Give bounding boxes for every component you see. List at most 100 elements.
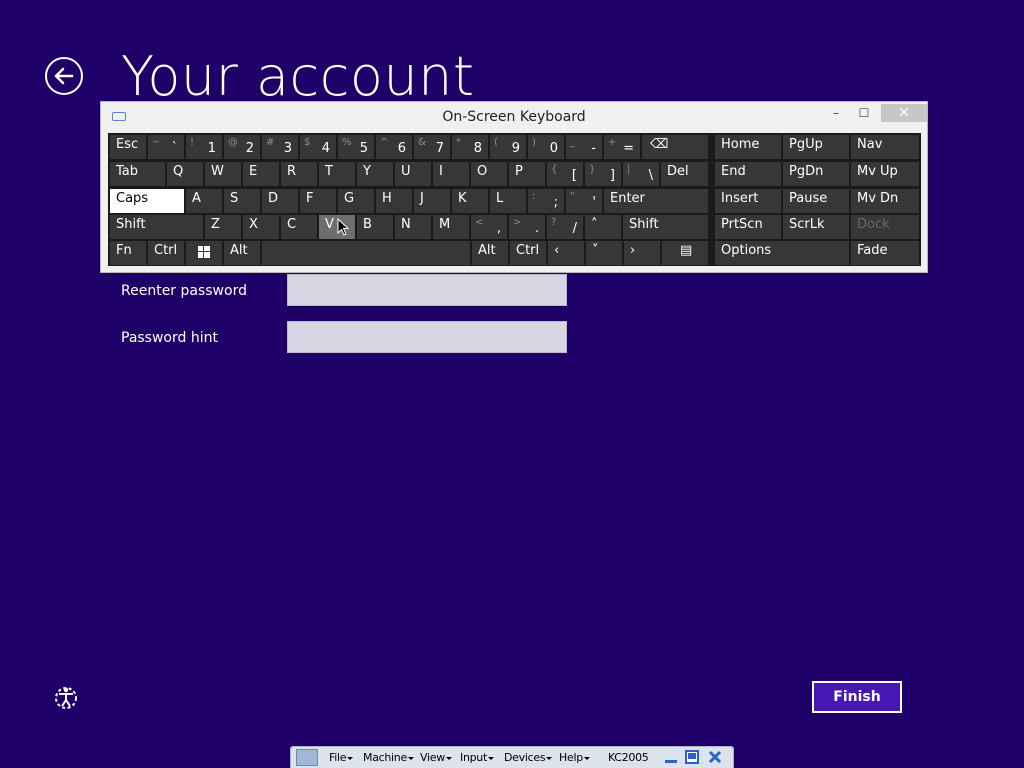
key-tab[interactable]: Tab	[110, 162, 165, 186]
key-o[interactable]: O	[471, 162, 507, 186]
ease-of-access-icon[interactable]	[53, 684, 81, 710]
menu-input[interactable]: Input	[460, 751, 494, 764]
key-4[interactable]: $4	[300, 135, 336, 159]
key-arrow-up[interactable]: ˄	[585, 215, 621, 239]
key-shift-left[interactable]: Shift	[110, 215, 203, 239]
key-n[interactable]: N	[395, 215, 431, 239]
key-left-bracket[interactable]: {[	[547, 162, 583, 186]
key-a[interactable]: A	[186, 189, 222, 213]
minimize-vm-icon[interactable]	[664, 750, 678, 764]
close-button[interactable]: ✕	[881, 104, 927, 122]
key-semicolon[interactable]: :;	[528, 189, 564, 213]
key-backslash[interactable]: | \	[623, 162, 659, 186]
key-alt-right[interactable]: Alt	[472, 241, 508, 265]
key-shift-right[interactable]: Shift	[623, 215, 708, 239]
key-pgdn[interactable]: PgDn	[783, 162, 849, 186]
key-ctrl-left[interactable]: Ctrl	[148, 241, 184, 265]
key-6[interactable]: ^ 6	[376, 135, 412, 159]
key-arrow-right[interactable]: ›	[624, 241, 660, 265]
key-q[interactable]: Q	[167, 162, 203, 186]
key-mv-up[interactable]: Mv Up	[851, 162, 919, 186]
key-i[interactable]: I	[433, 162, 469, 186]
key-l[interactable]: L	[490, 189, 526, 213]
key-u[interactable]: U	[395, 162, 431, 186]
key-esc[interactable]: Esc	[110, 135, 146, 159]
key-scrlk[interactable]: ScrLk	[783, 215, 849, 239]
key-y[interactable]: Y	[357, 162, 393, 186]
key-slash[interactable]: ? /	[547, 215, 583, 239]
key-space[interactable]	[262, 241, 470, 265]
password-hint-field[interactable]	[287, 321, 567, 353]
minimize-button[interactable]: –	[823, 104, 849, 122]
key-options[interactable]: Options	[715, 241, 849, 265]
key-windows[interactable]	[186, 241, 222, 265]
key-j[interactable]: J	[414, 189, 450, 213]
key-arrow-left[interactable]: ‹	[548, 241, 584, 265]
finish-button[interactable]: Finish	[812, 681, 902, 713]
key-prtscn[interactable]: PrtScn	[715, 215, 781, 239]
key-8[interactable]: * 8	[452, 135, 488, 159]
reenter-password-field[interactable]	[287, 274, 567, 306]
key-enter[interactable]: Enter	[604, 189, 708, 213]
restore-vm-icon[interactable]	[685, 750, 699, 764]
key-5[interactable]: % 5	[338, 135, 374, 159]
menu-machine[interactable]: Machine	[363, 751, 414, 764]
key-d[interactable]: D	[262, 189, 298, 213]
pin-icon[interactable]	[296, 749, 318, 766]
key-ctrl-right[interactable]: Ctrl	[510, 241, 546, 265]
key-e[interactable]: E	[243, 162, 279, 186]
key-p[interactable]: P	[509, 162, 545, 186]
key-0[interactable]: ) 0	[528, 135, 564, 159]
maximize-button[interactable]: ☐	[851, 104, 877, 122]
key-quote[interactable]: " '	[566, 189, 602, 213]
key-9[interactable]: (9	[490, 135, 526, 159]
close-vm-icon[interactable]	[708, 750, 722, 764]
key-menu[interactable]: ▤	[662, 241, 708, 265]
key-pause[interactable]: Pause	[783, 189, 849, 213]
key-fade[interactable]: Fade	[851, 241, 919, 265]
key-backtick[interactable]: ~ `	[148, 135, 184, 159]
key-minus[interactable]: _ -	[566, 135, 602, 159]
menu-file[interactable]: File	[329, 751, 353, 764]
key-nav[interactable]: Nav	[851, 135, 919, 159]
key-t[interactable]: T	[319, 162, 355, 186]
key-right-bracket[interactable]: }]	[585, 162, 621, 186]
key-comma[interactable]: <,	[471, 215, 507, 239]
key-2[interactable]: @2	[224, 135, 260, 159]
menu-devices[interactable]: Devices	[504, 751, 552, 764]
key-caps[interactable]: Caps	[110, 189, 184, 213]
key-1[interactable]: ! 1	[186, 135, 222, 159]
key-backspace[interactable]: ⌫	[642, 135, 708, 159]
back-button[interactable]	[45, 57, 83, 95]
key-mv-dn[interactable]: Mv Dn	[851, 189, 919, 213]
key-z[interactable]: Z	[205, 215, 241, 239]
key-c[interactable]: C	[281, 215, 317, 239]
key-insert[interactable]: Insert	[715, 189, 781, 213]
key-h[interactable]: H	[376, 189, 412, 213]
key-end[interactable]: End	[715, 162, 781, 186]
key-k[interactable]: K	[452, 189, 488, 213]
key-equals[interactable]: + =	[604, 135, 640, 159]
menu-view[interactable]: View	[420, 751, 452, 764]
key-b[interactable]: B	[357, 215, 393, 239]
key-pgup[interactable]: PgUp	[783, 135, 849, 159]
menu-help[interactable]: Help	[559, 751, 590, 764]
key-fn[interactable]: Fn	[110, 241, 146, 265]
key-3[interactable]: #3	[262, 135, 298, 159]
key-x[interactable]: X	[243, 215, 279, 239]
key-s[interactable]: S	[224, 189, 260, 213]
osk-titlebar[interactable]: On-Screen Keyboard – ☐ ✕	[101, 102, 927, 132]
key-v[interactable]: V	[319, 215, 355, 239]
key-alt-left[interactable]: Alt	[224, 241, 260, 265]
key-del[interactable]: Del	[661, 162, 708, 186]
key-arrow-down[interactable]: ˅	[586, 241, 622, 265]
key-w[interactable]: W	[205, 162, 241, 186]
key-7[interactable]: & 7	[414, 135, 450, 159]
key-r[interactable]: R	[281, 162, 317, 186]
key-period[interactable]: >.	[509, 215, 545, 239]
key-f[interactable]: F	[300, 189, 336, 213]
key-g[interactable]: G	[338, 189, 374, 213]
key-char: 5	[359, 141, 368, 156]
key-home[interactable]: Home	[715, 135, 781, 159]
key-m[interactable]: M	[433, 215, 469, 239]
